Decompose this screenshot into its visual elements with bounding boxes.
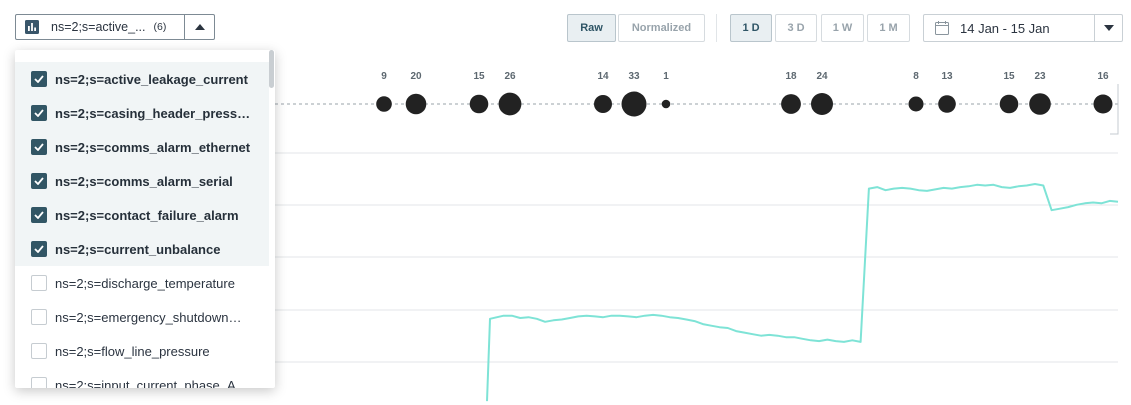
event-count-label: 18 bbox=[785, 71, 797, 82]
signal-option-label: ns=2;s=comms_alarm_ethernet bbox=[55, 139, 251, 155]
series-line bbox=[486, 183, 1119, 402]
signal-dropdown: ns=2;s=active_leakage_current ns=2;s=casi… bbox=[15, 50, 275, 388]
event-marker[interactable] bbox=[1093, 94, 1113, 114]
signal-option-label: ns=2;s=discharge_temperature bbox=[55, 275, 235, 291]
signal-option[interactable]: ns=2;s=casing_header_press… bbox=[15, 96, 269, 130]
signal-option[interactable]: ns=2;s=comms_alarm_ethernet bbox=[15, 130, 269, 164]
event-marker[interactable] bbox=[811, 93, 833, 115]
signal-option-label: ns=2;s=input_current_phase_A bbox=[55, 377, 236, 389]
event-count-label: 33 bbox=[628, 71, 640, 82]
signal-option-label: ns=2;s=current_unbalance bbox=[55, 241, 221, 257]
signal-option-label: ns=2;s=contact_failure_alarm bbox=[55, 207, 239, 223]
event-count-label: 20 bbox=[410, 71, 422, 82]
signal-option[interactable]: ns=2;s=flow_line_pressure bbox=[15, 334, 269, 368]
signal-option-label: ns=2;s=flow_line_pressure bbox=[55, 343, 210, 359]
event-count-label: 9 bbox=[381, 71, 387, 82]
signal-checkbox[interactable] bbox=[31, 207, 47, 223]
signal-checkbox[interactable] bbox=[31, 105, 47, 121]
signal-checkbox[interactable] bbox=[31, 275, 47, 291]
event-marker[interactable] bbox=[376, 96, 392, 112]
checkmark-icon bbox=[34, 177, 44, 185]
signal-option-label: ns=2;s=emergency_shutdown… bbox=[55, 309, 242, 325]
event-marker[interactable] bbox=[999, 94, 1019, 114]
checkmark-icon bbox=[34, 75, 44, 83]
signal-option[interactable]: ns=2;s=input_current_phase_A bbox=[15, 368, 269, 388]
event-marker[interactable] bbox=[938, 95, 956, 113]
signal-option[interactable]: ns=2;s=contact_failure_alarm bbox=[15, 198, 269, 232]
event-count-label: 13 bbox=[941, 71, 953, 82]
event-count-label: 14 bbox=[597, 71, 609, 82]
signal-option[interactable]: ns=2;s=comms_alarm_serial bbox=[15, 164, 269, 198]
signal-checkbox[interactable] bbox=[31, 309, 47, 325]
event-marker[interactable] bbox=[469, 94, 489, 114]
event-marker[interactable] bbox=[621, 91, 647, 117]
signal-checkbox[interactable] bbox=[31, 139, 47, 155]
event-count-label: 15 bbox=[473, 71, 485, 82]
event-count-label: 24 bbox=[816, 71, 828, 82]
signal-option[interactable]: ns=2;s=current_unbalance bbox=[15, 232, 269, 266]
event-count-label: 16 bbox=[1097, 71, 1109, 82]
signal-checkbox[interactable] bbox=[31, 71, 47, 87]
event-count-label: 15 bbox=[1003, 71, 1015, 82]
signal-checkbox[interactable] bbox=[31, 343, 47, 359]
event-count-label: 23 bbox=[1034, 71, 1046, 82]
event-marker[interactable] bbox=[661, 99, 671, 109]
event-marker[interactable] bbox=[1029, 93, 1051, 115]
signal-option-label: ns=2;s=comms_alarm_serial bbox=[55, 173, 233, 189]
checkmark-icon bbox=[34, 109, 44, 117]
signal-option[interactable]: ns=2;s=discharge_temperature bbox=[15, 266, 269, 300]
checkmark-icon bbox=[34, 245, 44, 253]
event-count-label: 26 bbox=[504, 71, 516, 82]
signal-option[interactable]: ns=2;s=emergency_shutdown… bbox=[15, 300, 269, 334]
event-count-label: 1 bbox=[663, 71, 669, 82]
signal-option-label: ns=2;s=active_leakage_current bbox=[55, 71, 248, 87]
dropdown-scrollbar[interactable] bbox=[269, 50, 274, 88]
event-count-label: 8 bbox=[913, 71, 919, 82]
event-marker[interactable] bbox=[498, 92, 522, 116]
signal-option[interactable]: ns=2;s=active_leakage_current bbox=[15, 62, 269, 96]
event-marker[interactable] bbox=[594, 95, 612, 113]
signal-option-label: ns=2;s=casing_header_press… bbox=[55, 105, 251, 121]
event-marker[interactable] bbox=[781, 94, 801, 114]
signal-checkbox[interactable] bbox=[31, 173, 47, 189]
checkmark-icon bbox=[34, 211, 44, 219]
signal-checkbox[interactable] bbox=[31, 241, 47, 257]
checkmark-icon bbox=[34, 143, 44, 151]
signal-checkbox[interactable] bbox=[31, 377, 47, 388]
event-track-bracket bbox=[1110, 84, 1119, 135]
event-marker[interactable] bbox=[405, 93, 427, 115]
event-marker[interactable] bbox=[908, 96, 924, 112]
